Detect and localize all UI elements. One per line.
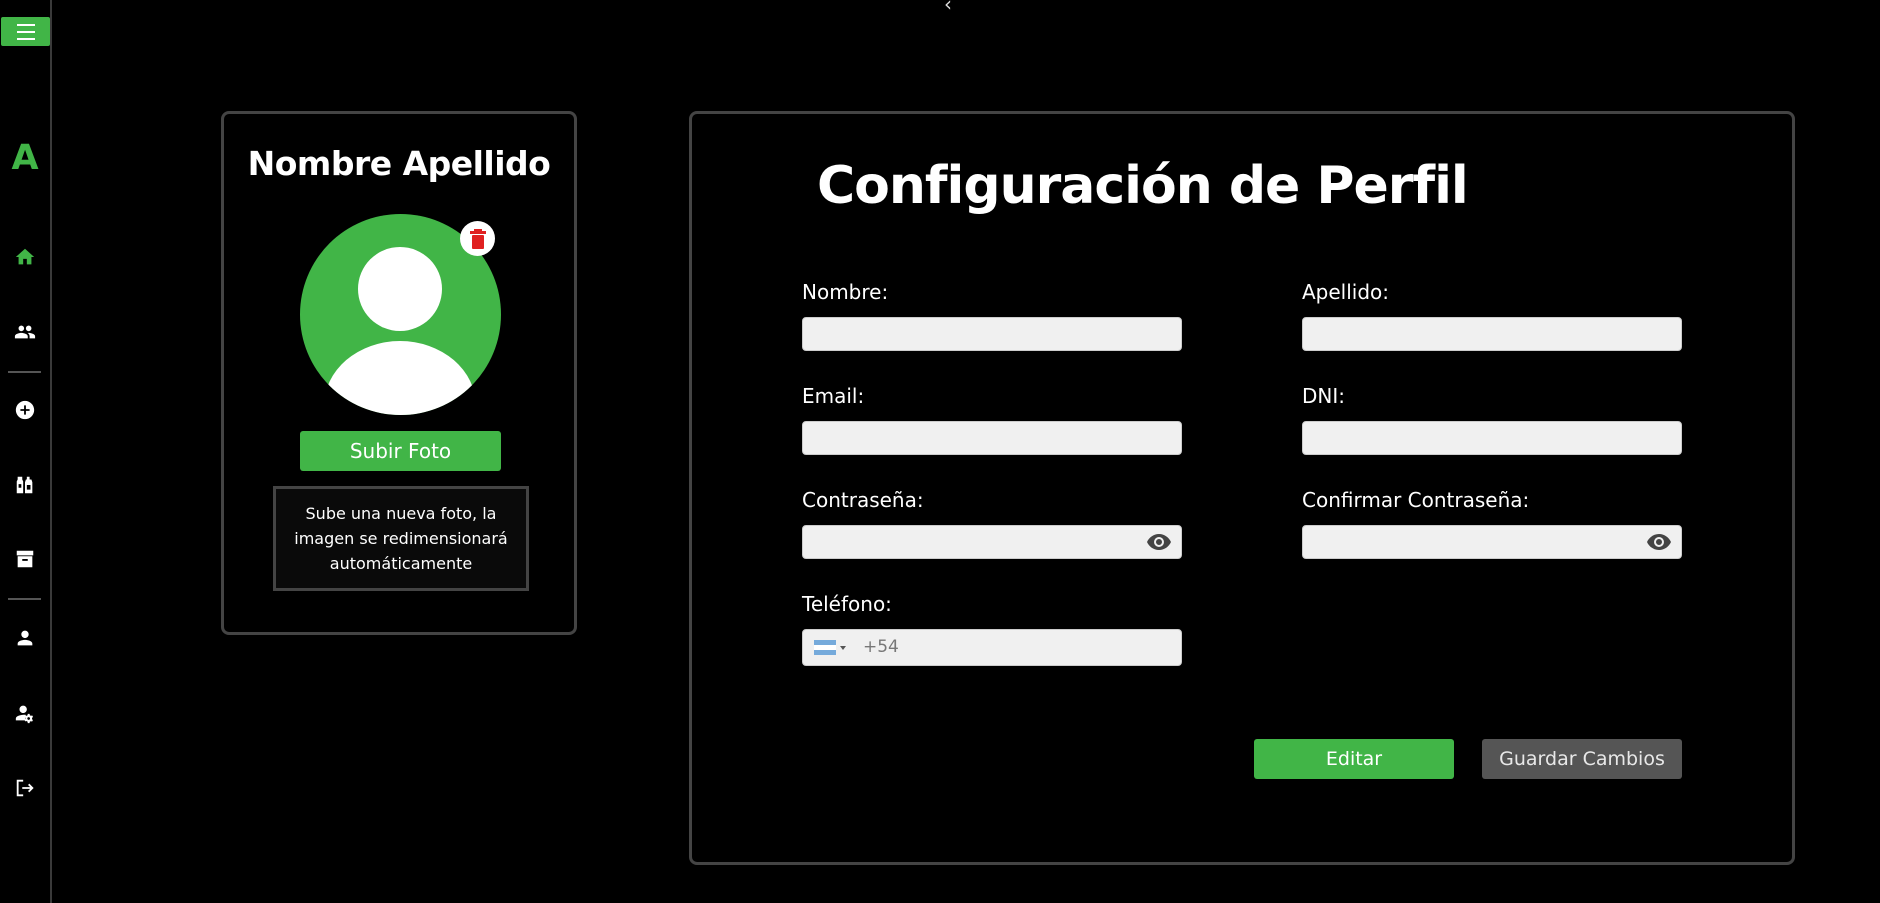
- archive-icon[interactable]: [13, 547, 37, 571]
- dni-label: DNI:: [1302, 384, 1345, 408]
- telefono-label: Teléfono:: [802, 592, 892, 616]
- phone-prefix: +54: [863, 637, 899, 657]
- person-icon[interactable]: [13, 626, 37, 650]
- trash-icon: [469, 228, 486, 249]
- profile-name: Nombre Apellido: [247, 144, 551, 183]
- page-title: Configuración de Perfil: [817, 156, 1469, 216]
- argentina-flag-icon[interactable]: [814, 640, 836, 655]
- sidebar-divider: [8, 598, 41, 600]
- edit-button[interactable]: Editar: [1254, 739, 1454, 779]
- nombre-label: Nombre:: [802, 280, 889, 304]
- dni-field[interactable]: [1302, 421, 1682, 455]
- add-circle-icon[interactable]: [13, 398, 37, 422]
- group-icon[interactable]: [13, 320, 37, 344]
- chevron-left-icon[interactable]: ‹: [944, 0, 952, 16]
- eye-icon[interactable]: [1147, 533, 1171, 551]
- home-icon[interactable]: [13, 245, 37, 269]
- sidebar: A: [0, 0, 52, 903]
- email-label: Email:: [802, 384, 865, 408]
- eye-icon[interactable]: [1647, 533, 1671, 551]
- sidebar-divider: [8, 371, 41, 373]
- upload-photo-button[interactable]: Subir Foto: [300, 431, 501, 471]
- password-field[interactable]: [802, 525, 1182, 559]
- email-field[interactable]: [802, 421, 1182, 455]
- app-logo: A: [11, 138, 39, 178]
- delete-photo-button[interactable]: [460, 221, 495, 256]
- caret-down-icon[interactable]: [840, 646, 846, 650]
- confirm-password-field[interactable]: [1302, 525, 1682, 559]
- upload-hint: Sube una nueva foto, la imagen se redime…: [273, 486, 529, 591]
- bottles-icon[interactable]: [13, 473, 37, 497]
- menu-icon[interactable]: [1, 17, 50, 46]
- telefono-field[interactable]: +54: [802, 629, 1182, 666]
- save-changes-button[interactable]: Guardar Cambios: [1482, 739, 1682, 779]
- nombre-field[interactable]: [802, 317, 1182, 351]
- apellido-label: Apellido:: [1302, 280, 1390, 304]
- apellido-field[interactable]: [1302, 317, 1682, 351]
- person-settings-icon[interactable]: [13, 701, 37, 725]
- profile-card: Nombre Apellido Subir Foto Sube una nuev…: [221, 111, 577, 635]
- logout-icon[interactable]: [13, 776, 37, 800]
- profile-settings-card: Configuración de Perfil Nombre: Apellido…: [689, 111, 1795, 865]
- confirm-password-label: Confirmar Contraseña:: [1302, 488, 1530, 512]
- password-label: Contraseña:: [802, 488, 924, 512]
